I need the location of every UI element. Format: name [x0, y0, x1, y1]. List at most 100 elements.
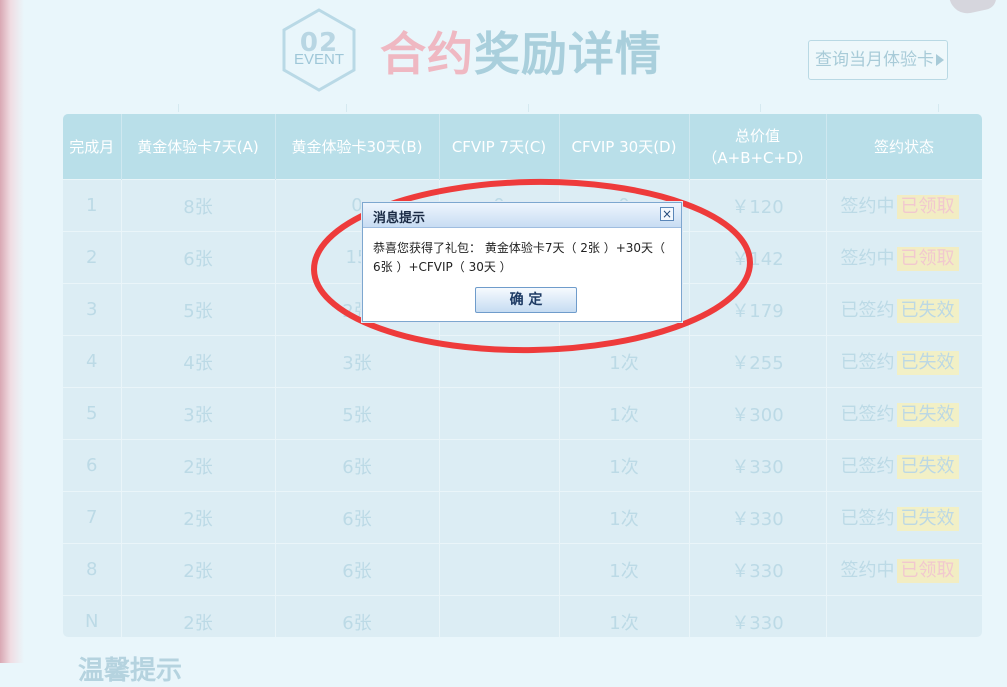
table-cell-status: 签约中 已领取: [826, 231, 982, 284]
status-label: 签约中: [840, 196, 895, 217]
status-badge: 已失效: [896, 403, 959, 427]
page-title-part2: 奖励详情: [474, 27, 662, 81]
status-badge: 已失效: [896, 351, 959, 375]
close-icon[interactable]: ×: [660, 207, 674, 221]
table-cell-total: ￥255: [689, 335, 827, 388]
table-cell-a: 2张: [121, 439, 276, 492]
table-cell-b: 5张: [275, 387, 440, 440]
divider: [346, 104, 347, 112]
table-cell-month: 4: [63, 335, 122, 388]
table-cell-month: 2: [63, 231, 122, 284]
table-cell-month: 5: [63, 387, 122, 440]
table-cell-status: 签约中 已领取: [826, 179, 982, 232]
table-cell-d: 1次: [559, 439, 690, 492]
column-header: 完成月: [63, 114, 122, 180]
dialog-message: 恭喜您获得了礼包： 黄金体验卡7天（ 2张 ）+30天（ 6张 ）+CFVIP（…: [373, 241, 666, 274]
table-cell-status: 已签约 已失效: [826, 335, 982, 388]
corner-decoration: [949, 0, 999, 17]
table-cell-a: 4张: [121, 335, 276, 388]
status-label: 已签约: [840, 508, 895, 529]
table-cell-month: N: [63, 595, 122, 637]
table-cell-b: 3张: [275, 335, 440, 388]
table-cell-status: 签约中 已领取: [826, 543, 982, 596]
dialog-titlebar: 消息提示 ×: [363, 203, 681, 228]
table-row: 8 2张 6张 1次 ￥330 签约中 已领取: [63, 543, 982, 596]
table-cell-total: ￥179: [689, 283, 827, 336]
table-cell-month: 3: [63, 283, 122, 336]
event-word: EVENT: [293, 51, 344, 68]
table-cell-c: [439, 387, 560, 440]
event-badge: 02 EVENT: [282, 8, 356, 92]
table-cell-status: 已签约 已失效: [826, 283, 982, 336]
tips-heading: 温馨提示: [78, 656, 183, 686]
page-title-part1: 合约: [380, 27, 474, 81]
table-row: 6 2张 6张 1次 ￥330 已签约 已失效: [63, 439, 982, 492]
query-monthly-card-button[interactable]: 查询当月体验卡: [808, 40, 948, 80]
table-cell-c: [439, 491, 560, 544]
table-cell-d: 1次: [559, 595, 690, 637]
table-cell-d: 1次: [559, 491, 690, 544]
status-label: 已签约: [840, 404, 895, 425]
table-cell-b: 6张: [275, 595, 440, 637]
status-label: 签约中: [840, 248, 895, 269]
table-cell-total: ￥120: [689, 179, 827, 232]
table-cell-a: 5张: [121, 283, 276, 336]
table-cell-c: [439, 335, 560, 388]
table-cell-b: 6张: [275, 543, 440, 596]
table-cell-a: 2张: [121, 595, 276, 637]
table-cell-month: 7: [63, 491, 122, 544]
left-side-decoration: [0, 0, 24, 663]
table-cell-a: 8张: [121, 179, 276, 232]
status-label: 签约中: [840, 560, 895, 581]
table-cell-status: [826, 595, 982, 637]
table-cell-status: 已签约 已失效: [826, 439, 982, 492]
table-cell-a: 2张: [121, 543, 276, 596]
status-label: 已签约: [840, 456, 895, 477]
table-cell-d: 1次: [559, 335, 690, 388]
status-badge: 已失效: [896, 299, 959, 323]
query-button-label: 查询当月体验卡: [815, 50, 934, 70]
table-cell-total: ￥330: [689, 595, 827, 637]
status-label: 已签约: [840, 300, 895, 321]
table-cell-month: 6: [63, 439, 122, 492]
play-arrow-icon: [936, 54, 944, 66]
column-header: 总价值 （A+B+C+D）: [689, 114, 827, 180]
table-cell-c: [439, 595, 560, 637]
dialog-title: 消息提示: [373, 211, 426, 226]
table-row: 4 4张 3张 1次 ￥255 已签约 已失效: [63, 335, 982, 388]
page-title: 合约奖励详情: [380, 18, 662, 84]
reward-table: 完成月 黄金体验卡7天(A) 黄金体验卡30天(B) CFVIP 7天(C) C…: [63, 114, 982, 637]
table-row: 7 2张 6张 1次 ￥330 已签约 已失效: [63, 491, 982, 544]
table-cell-a: 6张: [121, 231, 276, 284]
status-badge: 已领取: [896, 559, 959, 583]
table-row: 5 3张 5张 1次 ￥300 已签约 已失效: [63, 387, 982, 440]
status-badge: 已领取: [896, 195, 959, 219]
table-cell-total: ￥300: [689, 387, 827, 440]
table-cell-total: ￥330: [689, 491, 827, 544]
column-header: CFVIP 7天(C): [439, 114, 560, 180]
status-badge: 已领取: [896, 247, 959, 271]
ok-button[interactable]: 确 定: [475, 287, 577, 313]
status-badge: 已失效: [896, 455, 959, 479]
table-cell-month: 8: [63, 543, 122, 596]
column-header: 黄金体验卡30天(B): [275, 114, 440, 180]
divider: [178, 104, 179, 112]
column-header: 黄金体验卡7天(A): [121, 114, 276, 180]
table-row: N 2张 6张 1次 ￥330: [63, 595, 982, 637]
table-header-row: 完成月 黄金体验卡7天(A) 黄金体验卡30天(B) CFVIP 7天(C) C…: [63, 114, 982, 180]
message-dialog: 消息提示 × 恭喜您获得了礼包： 黄金体验卡7天（ 2张 ）+30天（ 6张 ）…: [362, 202, 682, 322]
status-badge: 已失效: [896, 507, 959, 531]
table-cell-d: 1次: [559, 387, 690, 440]
status-label: 已签约: [840, 352, 895, 373]
table-cell-b: 6张: [275, 491, 440, 544]
column-header: CFVIP 30天(D): [559, 114, 690, 180]
table-cell-d: 1次: [559, 543, 690, 596]
table-cell-month: 1: [63, 179, 122, 232]
table-cell-b: 6张: [275, 439, 440, 492]
table-cell-c: [439, 439, 560, 492]
table-cell-c: [439, 543, 560, 596]
table-cell-status: 已签约 已失效: [826, 491, 982, 544]
table-cell-total: ￥330: [689, 439, 827, 492]
table-cell-total: ￥142: [689, 231, 827, 284]
table-cell-status: 已签约 已失效: [826, 387, 982, 440]
